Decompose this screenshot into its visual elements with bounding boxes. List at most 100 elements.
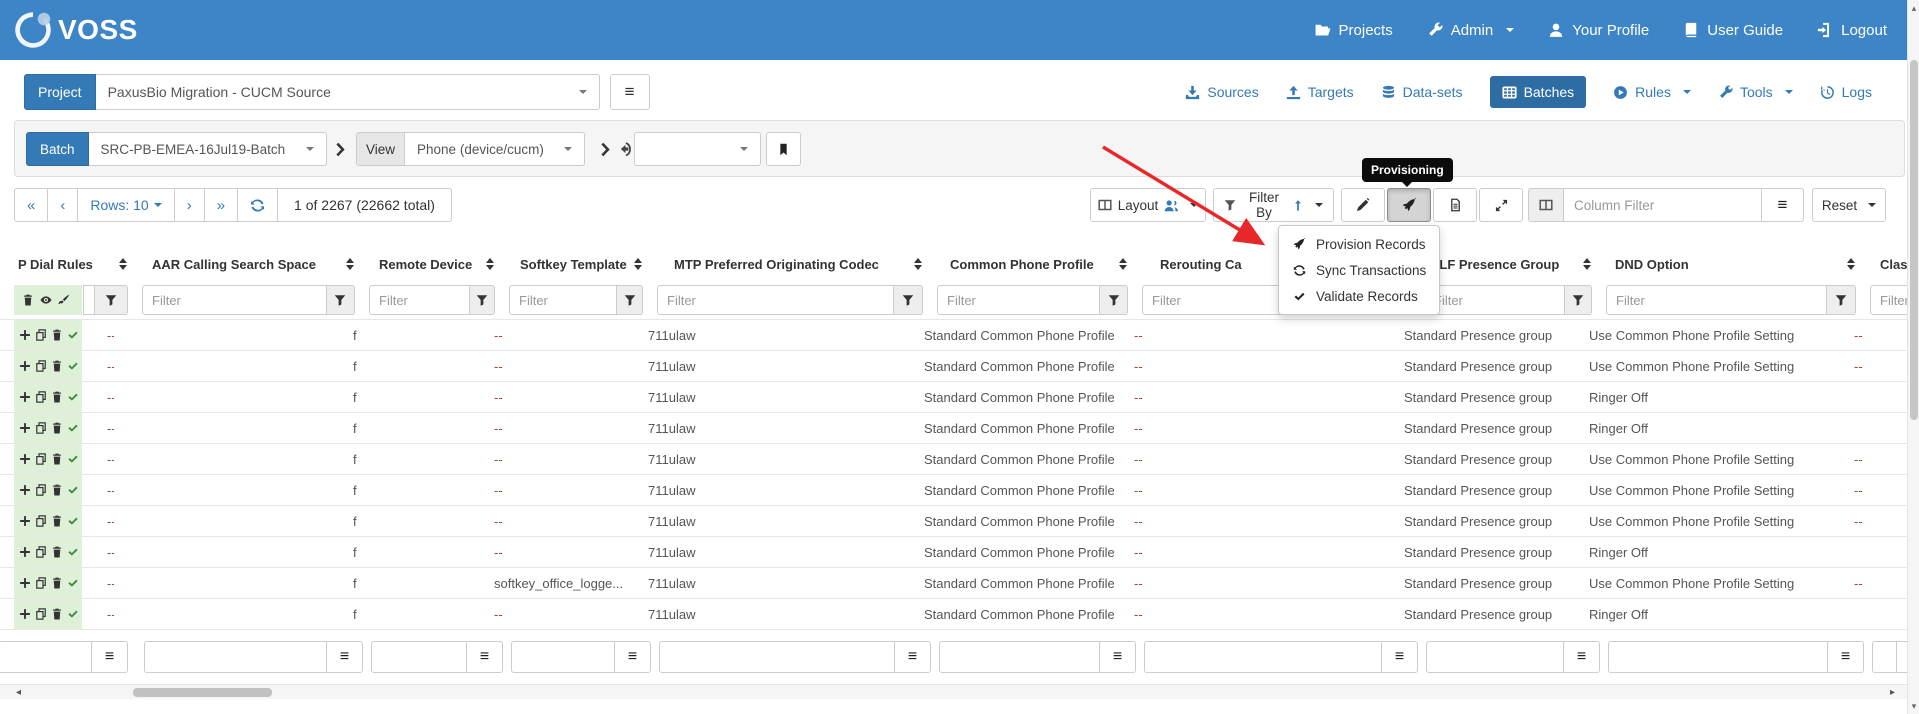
record-select[interactable] (634, 132, 761, 166)
nav-item-admin[interactable]: Admin (1427, 22, 1515, 39)
project-label-button[interactable]: Project (24, 74, 96, 110)
trash-icon[interactable] (51, 453, 63, 465)
check-icon[interactable] (67, 608, 79, 620)
brush-icon[interactable] (58, 294, 70, 306)
view-label-button[interactable]: View (356, 132, 405, 166)
pager-next-button[interactable]: › (174, 188, 205, 222)
expand-button[interactable] (1479, 188, 1523, 222)
column-header-cpp[interactable]: Common Phone Profile (935, 246, 1140, 282)
voss-logo[interactable]: VOSS (10, 7, 138, 53)
scroll-right-icon[interactable]: ▸ (1890, 687, 1895, 698)
trash-icon[interactable] (51, 546, 63, 558)
export-report-button[interactable] (1433, 188, 1477, 222)
table-row[interactable]: --f--711ulawStandard Common Phone Profil… (0, 506, 1919, 537)
trash-icon[interactable] (51, 577, 63, 589)
sort-icon[interactable] (1847, 258, 1855, 270)
trash-icon[interactable] (22, 294, 34, 306)
column-header-aar[interactable]: AAR Calling Search Space (140, 246, 367, 282)
sort-icon[interactable] (486, 258, 494, 270)
nav-item-logout[interactable]: Logout (1817, 22, 1887, 39)
column-header-blf[interactable]: BLF Presence Group (1422, 246, 1604, 282)
eye-icon[interactable] (40, 294, 52, 306)
cell-menu-button[interactable]: ≡ (466, 642, 502, 672)
plus-icon[interactable] (19, 608, 31, 620)
filter-button-mtp[interactable] (894, 285, 923, 315)
copy-icon[interactable] (35, 484, 47, 496)
table-row[interactable]: --f--711ulawStandard Common Phone Profil… (0, 537, 1919, 568)
table-row[interactable]: --f--711ulawStandard Common Phone Profil… (0, 444, 1919, 475)
cell-menu-button[interactable]: ≡ (326, 642, 362, 672)
copy-icon[interactable] (35, 391, 47, 403)
provisioning-button[interactable] (1387, 188, 1431, 222)
filter-button-remote[interactable] (470, 285, 495, 315)
scroll-up-icon[interactable]: ▴ (1908, 3, 1919, 14)
sort-icon[interactable] (1119, 258, 1127, 270)
nav-item-user-guide[interactable]: User Guide (1683, 22, 1783, 39)
copy-icon[interactable] (35, 422, 47, 434)
batch-label-button[interactable]: Batch (26, 132, 89, 166)
cell-menu-button[interactable]: ≡ (1563, 642, 1599, 672)
trash-icon[interactable] (51, 484, 63, 496)
trash-icon[interactable] (51, 391, 63, 403)
table-row[interactable]: --f--711ulawStandard Common Phone Profil… (0, 413, 1919, 444)
plus-icon[interactable] (19, 484, 31, 496)
filter-by-button[interactable]: Filter By (1213, 188, 1334, 222)
pager-rows-button[interactable]: Rows: 10 (77, 188, 174, 222)
cell-menu-button[interactable]: ≡ (614, 642, 650, 672)
trash-icon[interactable] (51, 329, 63, 341)
menu-item-validate-records[interactable]: Validate Records (1279, 283, 1439, 309)
project-menu-item-data-sets[interactable]: Data-sets (1381, 84, 1463, 100)
filter-button-blf[interactable] (1565, 285, 1592, 315)
check-icon[interactable] (67, 360, 79, 372)
project-menu-item-batches[interactable]: Batches (1490, 76, 1587, 108)
column-header-softkey[interactable]: Softkey Template (507, 246, 655, 282)
sort-icon[interactable] (346, 258, 354, 270)
horizontal-scroll-thumb[interactable] (133, 688, 272, 697)
filter-input-cpp[interactable] (937, 285, 1100, 315)
column-header-dnd[interactable]: DND Option (1604, 246, 1868, 282)
project-menu-item-tools[interactable]: Tools (1718, 84, 1793, 100)
copy-icon[interactable] (35, 515, 47, 527)
cell-menu-button[interactable]: ≡ (1827, 642, 1863, 672)
plus-icon[interactable] (19, 360, 31, 372)
project-menu-button[interactable]: ≡ (610, 74, 650, 110)
filter-button-pdial[interactable] (95, 285, 128, 315)
cell-menu-button[interactable]: ≡ (1381, 642, 1417, 672)
table-row[interactable]: --f--711ulawStandard Common Phone Profil… (0, 320, 1919, 351)
menu-item-sync-transactions[interactable]: Sync Transactions (1279, 257, 1439, 283)
sort-icon[interactable] (634, 258, 642, 270)
copy-icon[interactable] (35, 453, 47, 465)
project-menu-item-logs[interactable]: Logs (1820, 84, 1872, 100)
column-filter-input[interactable] (1564, 188, 1762, 222)
filter-input-softkey[interactable] (509, 285, 617, 315)
filter-button-aar[interactable] (327, 285, 355, 315)
vertical-scroll-thumb[interactable] (1910, 60, 1918, 420)
column-filter-menu-button[interactable]: ≡ (1762, 188, 1804, 222)
filter-button-dnd[interactable] (1827, 285, 1856, 315)
scroll-down-icon[interactable]: ▾ (1908, 701, 1919, 712)
column-header-mtp[interactable]: MTP Preferred Originating Codec (655, 246, 935, 282)
copy-icon[interactable] (35, 546, 47, 558)
nav-item-your-profile[interactable]: Your Profile (1548, 22, 1649, 39)
filter-input-dnd[interactable] (1606, 285, 1827, 315)
check-icon[interactable] (67, 546, 79, 558)
check-icon[interactable] (67, 453, 79, 465)
filter-input-remote[interactable] (369, 285, 470, 315)
table-row[interactable]: --f--711ulawStandard Common Phone Profil… (0, 599, 1919, 630)
refresh-button[interactable] (237, 188, 278, 222)
plus-icon[interactable] (19, 577, 31, 589)
reset-button[interactable]: Reset (1812, 188, 1886, 222)
filter-input-mtp[interactable] (657, 285, 894, 315)
check-icon[interactable] (67, 422, 79, 434)
plus-icon[interactable] (19, 422, 31, 434)
filter-input-pdial[interactable] (83, 285, 95, 315)
column-header-remote[interactable]: Remote Device (367, 246, 507, 282)
batch-select[interactable]: SRC-PB-EMEA-16Jul19-Batch (89, 132, 327, 166)
column-header-pdial[interactable]: P Dial Rules (0, 246, 140, 282)
sort-icon[interactable] (119, 258, 127, 270)
view-select[interactable]: Phone (device/cucm) (405, 132, 585, 166)
project-menu-item-sources[interactable]: Sources (1185, 84, 1258, 100)
scroll-left-icon[interactable]: ◂ (16, 687, 21, 698)
trash-icon[interactable] (51, 360, 63, 372)
check-icon[interactable] (67, 577, 79, 589)
